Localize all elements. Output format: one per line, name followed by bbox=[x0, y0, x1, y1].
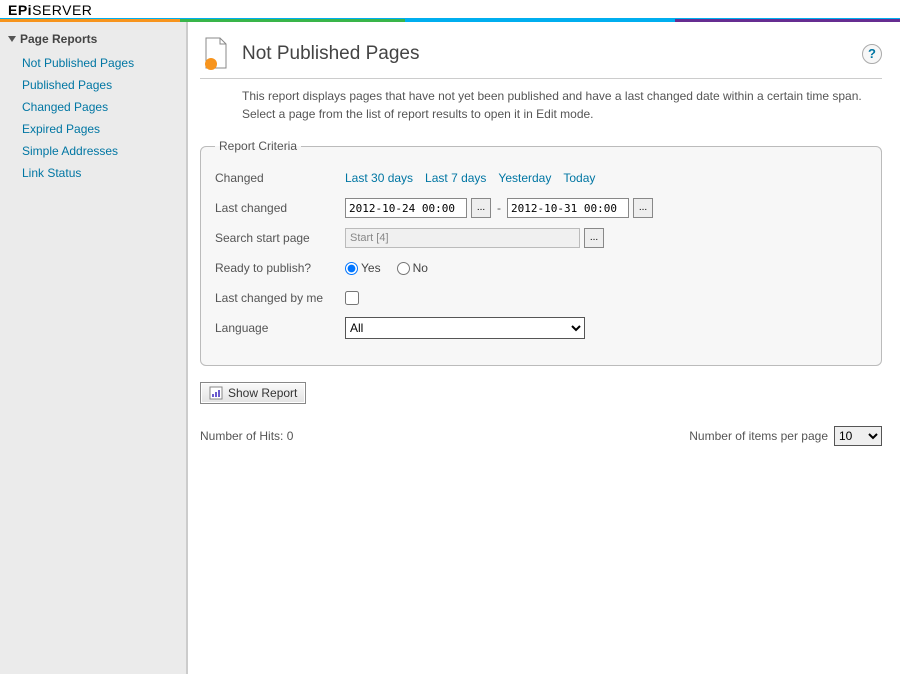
date-from-picker-button[interactable]: ... bbox=[471, 198, 491, 218]
sidebar-list: Not Published Pages Published Pages Chan… bbox=[22, 52, 186, 184]
link-today[interactable]: Today bbox=[563, 171, 595, 185]
sidebar-item-expired[interactable]: Expired Pages bbox=[22, 118, 186, 140]
report-criteria-fieldset: Report Criteria Changed Last 30 days Las… bbox=[200, 139, 882, 366]
per-page-select[interactable]: 10 bbox=[834, 426, 882, 446]
row-last-changed: Last changed ... - ... bbox=[215, 197, 867, 219]
label-last-changed: Last changed bbox=[215, 201, 345, 215]
radio-yes-wrap[interactable]: Yes bbox=[345, 261, 381, 275]
radio-yes[interactable] bbox=[345, 262, 358, 275]
radio-yes-label: Yes bbox=[361, 261, 381, 275]
page-header: Not Published Pages ? bbox=[200, 36, 882, 79]
date-to-picker-button[interactable]: ... bbox=[633, 198, 653, 218]
help-button[interactable]: ? bbox=[862, 44, 882, 64]
label-changed: Changed bbox=[215, 171, 345, 185]
link-last-7-days[interactable]: Last 7 days bbox=[425, 171, 486, 185]
top-bar: EPiSERVER bbox=[0, 0, 900, 18]
link-yesterday[interactable]: Yesterday bbox=[498, 171, 551, 185]
sidebar-item-simple-addresses[interactable]: Simple Addresses bbox=[22, 140, 186, 162]
per-page-label: Number of items per page bbox=[689, 429, 828, 443]
page-description: This report displays pages that have not… bbox=[242, 87, 862, 123]
hits-count: Number of Hits: 0 bbox=[200, 429, 293, 443]
row-ready-publish: Ready to publish? Yes No bbox=[215, 257, 867, 279]
row-by-me: Last changed by me bbox=[215, 287, 867, 309]
label-ready-publish: Ready to publish? bbox=[215, 261, 345, 275]
show-report-label: Show Report bbox=[228, 386, 297, 400]
sidebar: Page Reports Not Published Pages Publish… bbox=[0, 22, 188, 674]
logo: EPiSERVER bbox=[8, 2, 92, 18]
row-changed: Changed Last 30 days Last 7 days Yesterd… bbox=[215, 167, 867, 189]
report-icon bbox=[209, 386, 223, 400]
content-container: Page Reports Not Published Pages Publish… bbox=[0, 22, 900, 674]
page-title: Not Published Pages bbox=[242, 43, 862, 65]
sidebar-header[interactable]: Page Reports bbox=[8, 32, 186, 46]
sidebar-item-changed[interactable]: Changed Pages bbox=[22, 96, 186, 118]
date-to-input[interactable] bbox=[507, 198, 629, 218]
date-from-input[interactable] bbox=[345, 198, 467, 218]
sidebar-header-label: Page Reports bbox=[20, 32, 97, 46]
label-search-start: Search start page bbox=[215, 231, 345, 245]
search-start-input bbox=[345, 228, 580, 248]
radio-no[interactable] bbox=[397, 262, 410, 275]
date-separator: - bbox=[497, 201, 501, 215]
page-icon bbox=[200, 36, 232, 72]
show-report-button[interactable]: Show Report bbox=[200, 382, 306, 404]
row-search-start: Search start page ... bbox=[215, 227, 867, 249]
sidebar-item-not-published[interactable]: Not Published Pages bbox=[22, 52, 186, 74]
main-content: Not Published Pages ? This report displa… bbox=[188, 22, 900, 674]
chevron-down-icon bbox=[8, 36, 16, 42]
radio-no-label: No bbox=[413, 261, 428, 275]
language-select[interactable]: All bbox=[345, 317, 585, 339]
results-bar: Number of Hits: 0 Number of items per pa… bbox=[200, 426, 882, 446]
fieldset-legend: Report Criteria bbox=[215, 139, 301, 153]
link-last-30-days[interactable]: Last 30 days bbox=[345, 171, 413, 185]
label-by-me: Last changed by me bbox=[215, 291, 345, 305]
sidebar-item-link-status[interactable]: Link Status bbox=[22, 162, 186, 184]
label-language: Language bbox=[215, 321, 345, 335]
row-language: Language All bbox=[215, 317, 867, 339]
sidebar-item-published[interactable]: Published Pages bbox=[22, 74, 186, 96]
search-start-picker-button[interactable]: ... bbox=[584, 228, 604, 248]
radio-no-wrap[interactable]: No bbox=[397, 261, 428, 275]
checkbox-by-me[interactable] bbox=[345, 291, 359, 305]
